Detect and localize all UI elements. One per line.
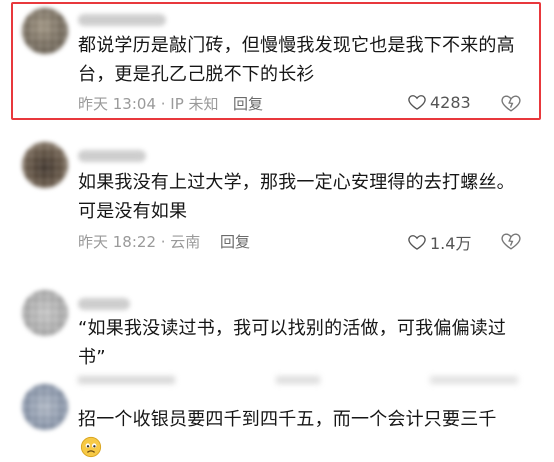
comment-1: 都说学历是敲门砖，但慢慢我发现它也是我下不来的高台，更是孔乙己脱不下的长衫 昨天…: [0, 0, 554, 125]
sad-face-emoji-icon: [80, 436, 102, 458]
like-count: 1.4万: [430, 234, 472, 253]
heart-icon: [408, 95, 426, 110]
comment-3: “如果我没读过书，我可以找别的活做，可我偏偏读过书”: [0, 280, 554, 368]
avatar[interactable]: [22, 142, 68, 188]
comment-text: 如果我没有上过大学，那我一定心安理得的去打螺丝。可是没有如果: [78, 172, 515, 222]
username-blurred[interactable]: [78, 298, 130, 310]
like-count: 4283: [430, 92, 471, 112]
avatar[interactable]: [22, 384, 68, 430]
comment-2: 如果我没有上过大学，那我一定心安理得的去打螺丝。可是没有如果 昨天 18:22 …: [0, 130, 554, 270]
like-button[interactable]: 1.4万: [407, 230, 471, 254]
comment-text: 都说学历是敲门砖，但慢慢我发现它也是我下不来的高台，更是孔乙己脱不下的长衫: [78, 35, 515, 85]
reply-button[interactable]: 回复: [220, 231, 250, 252]
reply-button[interactable]: 回复: [233, 93, 263, 114]
avatar[interactable]: [22, 8, 68, 54]
comment-meta: 昨天 18:22 · 云南: [78, 233, 201, 251]
username-blurred[interactable]: [78, 14, 166, 26]
comment-text: “如果我没读过书，我可以找别的活做，可我偏偏读过书”: [78, 318, 507, 368]
comment-text: 招一个收银员要四千到四千五，而一个会计只要三千: [78, 409, 497, 430]
like-button[interactable]: 4283: [407, 92, 471, 112]
dislike-icon[interactable]: [500, 230, 522, 252]
avatar[interactable]: [22, 290, 68, 336]
dislike-icon[interactable]: [500, 92, 522, 114]
heart-icon: [408, 235, 426, 250]
comment-meta: 昨天 13:04 · IP 未知: [78, 95, 219, 113]
username-blurred[interactable]: [78, 150, 146, 162]
